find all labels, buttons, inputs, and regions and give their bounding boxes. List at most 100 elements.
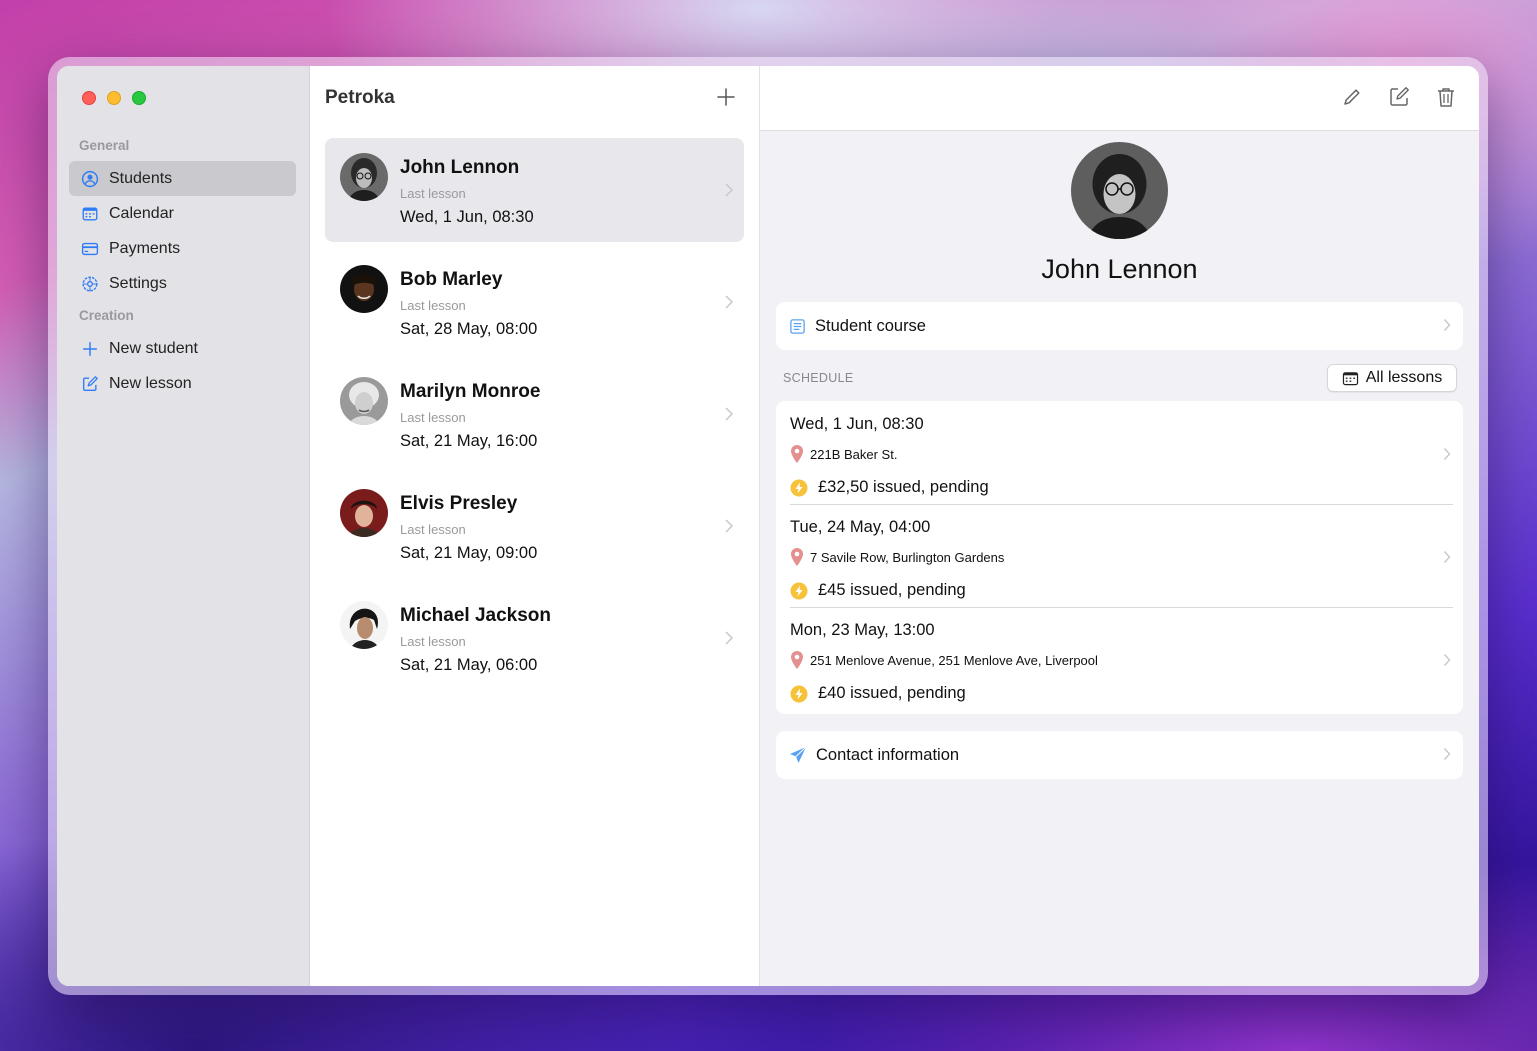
lesson-address-text: 221B Baker St. (810, 446, 898, 462)
student-detail-name: John Lennon (1041, 254, 1198, 284)
bolt-circle-icon (790, 479, 808, 496)
window-controls (82, 91, 146, 105)
chevron-right-icon (1443, 748, 1451, 760)
chevron-right-icon (1443, 448, 1451, 460)
bolt-circle-icon (790, 582, 808, 599)
sidebar-section-general: General (79, 138, 130, 153)
student-name: Bob Marley (400, 269, 503, 290)
lesson-row[interactable]: Tue, 24 May, 04:00 7 Savile Row, Burling… (776, 504, 1463, 607)
new-lesson-button[interactable] (1387, 85, 1411, 109)
person-circle-icon (80, 169, 99, 188)
paper-plane-icon (790, 746, 807, 763)
sidebar-section-creation: Creation (79, 308, 134, 323)
lesson-date: Tue, 24 May, 04:00 (790, 518, 931, 536)
chevron-right-icon (1443, 551, 1451, 563)
calendar-icon (80, 204, 99, 223)
close-window-button[interactable] (82, 91, 96, 105)
contact-information-row[interactable]: Contact information (776, 731, 1463, 779)
sidebar: General Students Calendar Payments Setti… (57, 66, 310, 986)
student-course-card[interactable]: Student course (776, 302, 1463, 350)
avatar (340, 265, 388, 313)
all-lessons-button[interactable]: All lessons (1327, 364, 1457, 392)
sidebar-item-label: New lesson (109, 374, 192, 392)
edit-button[interactable] (1340, 85, 1364, 109)
sidebar-item-new-student[interactable]: New student (69, 331, 296, 366)
student-row[interactable]: Elvis Presley Last lesson Sat, 21 May, 0… (325, 474, 744, 578)
lesson-address-text: 251 Menlove Avenue, 251 Menlove Ave, Liv… (810, 652, 1098, 668)
gear-icon (80, 274, 99, 293)
contact-information-card[interactable]: Contact information (776, 731, 1463, 779)
contact-information-label: Contact information (816, 745, 960, 764)
location-pin-icon (791, 651, 803, 669)
sidebar-item-label: Payments (109, 239, 181, 257)
avatar (340, 153, 388, 201)
list-title: Petroka (325, 87, 395, 108)
chevron-right-icon (725, 407, 734, 421)
calendar-icon (1342, 371, 1358, 385)
sidebar-item-label: Calendar (109, 204, 174, 222)
minimize-window-button[interactable] (107, 91, 121, 105)
student-last-lesson-label: Last lesson (400, 522, 466, 537)
student-row[interactable]: Michael Jackson Last lesson Sat, 21 May,… (325, 586, 744, 690)
lesson-date: Wed, 1 Jun, 08:30 (790, 415, 924, 433)
student-last-lesson-label: Last lesson (400, 298, 466, 313)
student-row[interactable]: John Lennon Last lesson Wed, 1 Jun, 08:3… (325, 138, 744, 242)
chevron-right-icon (725, 631, 734, 645)
lesson-payment: £40 issued, pending (790, 684, 966, 703)
lesson-row[interactable]: Wed, 1 Jun, 08:30 221B Baker St. £32,50 … (776, 401, 1463, 504)
sidebar-item-calendar[interactable]: Calendar (69, 196, 296, 231)
student-name: John Lennon (400, 157, 520, 178)
avatar (340, 489, 388, 537)
lesson-payment-text: £32,50 issued, pending (818, 478, 989, 496)
sidebar-item-new-lesson[interactable]: New lesson (69, 366, 296, 401)
lesson-address-text: 7 Savile Row, Burlington Gardens (810, 549, 1005, 565)
lesson-payment-text: £45 issued, pending (818, 581, 966, 599)
student-last-lesson-date: Sat, 21 May, 16:00 (400, 432, 538, 450)
student-row[interactable]: Bob Marley Last lesson Sat, 28 May, 08:0… (325, 250, 744, 354)
student-course-label: Student course (815, 316, 926, 335)
chevron-right-icon (1443, 319, 1451, 331)
maximize-window-button[interactable] (132, 91, 146, 105)
student-last-lesson-date: Sat, 21 May, 09:00 (400, 544, 538, 562)
student-course-row[interactable]: Student course (776, 302, 1463, 350)
avatar (340, 377, 388, 425)
chevron-right-icon (725, 295, 734, 309)
student-row[interactable]: Marilyn Monroe Last lesson Sat, 21 May, … (325, 362, 744, 466)
student-name: Michael Jackson (400, 605, 552, 626)
location-pin-icon (791, 548, 803, 566)
sidebar-item-settings[interactable]: Settings (69, 266, 296, 301)
location-pin-icon (791, 445, 803, 463)
lesson-row[interactable]: Mon, 23 May, 13:00 251 Menlove Avenue, 2… (776, 607, 1463, 710)
student-name: Marilyn Monroe (400, 381, 541, 402)
lesson-payment-text: £40 issued, pending (818, 684, 966, 702)
sidebar-item-label: Students (109, 169, 173, 187)
student-name: Elvis Presley (400, 493, 518, 514)
lesson-payment: £32,50 issued, pending (790, 478, 989, 497)
student-last-lesson-date: Sat, 28 May, 08:00 (400, 320, 538, 338)
square-pencil-icon (80, 374, 99, 393)
sidebar-item-students[interactable]: Students (69, 161, 296, 196)
trash-icon (1438, 88, 1454, 107)
sidebar-item-payments[interactable]: Payments (69, 231, 296, 266)
lesson-payment: £45 issued, pending (790, 581, 966, 600)
chevron-right-icon (725, 519, 734, 533)
schedule-section-label: SCHEDULE (783, 371, 854, 385)
add-student-button[interactable] (715, 86, 737, 108)
delete-button[interactable] (1434, 85, 1458, 109)
plus-icon (80, 339, 99, 358)
all-lessons-label: All lessons (1365, 369, 1443, 386)
student-last-lesson-label: Last lesson (400, 634, 466, 649)
plus-icon (717, 88, 735, 106)
student-last-lesson-label: Last lesson (400, 410, 466, 425)
avatar (340, 601, 388, 649)
chevron-right-icon (725, 183, 734, 197)
document-icon (790, 318, 805, 334)
sidebar-item-label: Settings (109, 274, 167, 292)
lesson-date: Mon, 23 May, 13:00 (790, 621, 935, 639)
app-window: General Students Calendar Payments Setti… (57, 66, 1479, 986)
student-detail-pane: John Lennon Student course SCHEDULE All … (760, 66, 1479, 986)
students-list-pane: Petroka John Lennon Last lesson Wed, 1 J… (310, 66, 760, 986)
student-last-lesson-date: Wed, 1 Jun, 08:30 (400, 208, 534, 226)
pencil-icon (1344, 89, 1360, 105)
bolt-circle-icon (790, 685, 808, 702)
